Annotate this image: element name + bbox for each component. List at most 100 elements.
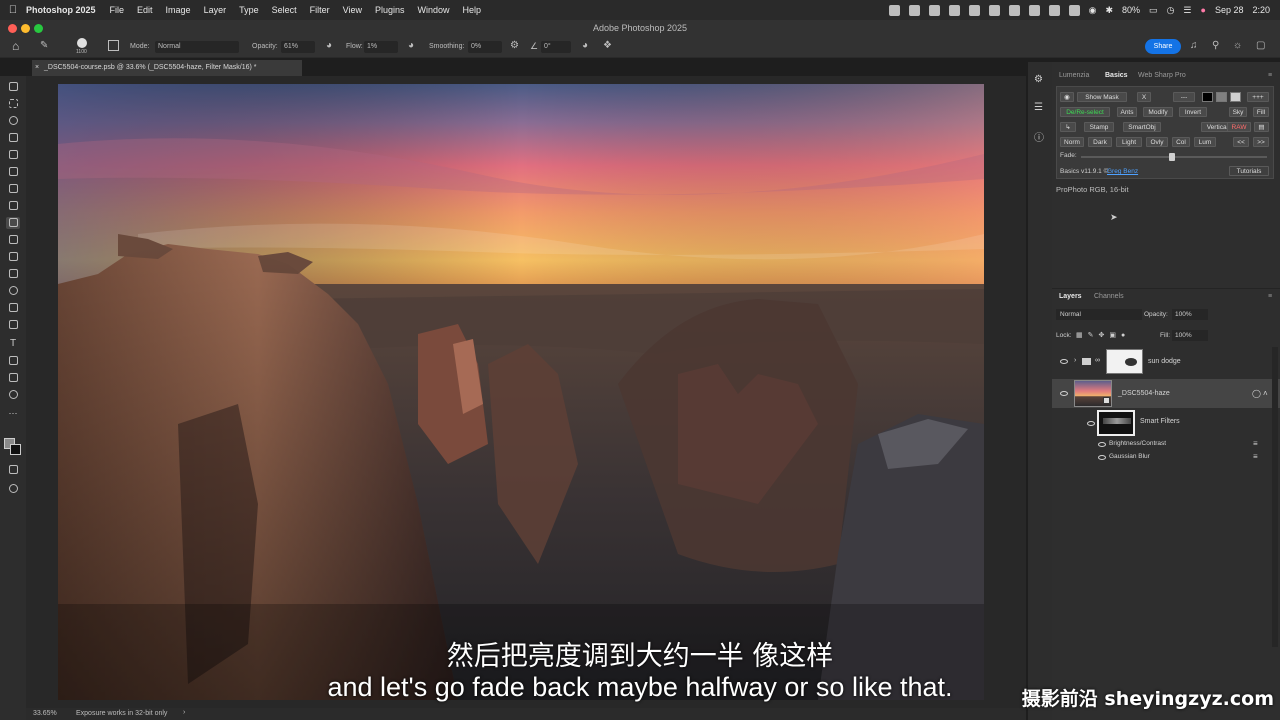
- layers-scrollbar[interactable]: [1272, 347, 1278, 647]
- siri-icon[interactable]: ●: [1201, 5, 1206, 15]
- canvas-area[interactable]: [26, 76, 1026, 708]
- author-link[interactable]: Greg Benz: [1107, 168, 1138, 175]
- invert-button[interactable]: Invert: [1179, 107, 1207, 117]
- light-swatch[interactable]: [1230, 92, 1241, 102]
- gradient-tool-icon[interactable]: [6, 268, 20, 280]
- bell-icon[interactable]: ♫: [1190, 40, 1198, 51]
- menubar-time[interactable]: 2:20: [1252, 5, 1270, 15]
- wifi-icon[interactable]: ◉: [1089, 5, 1097, 16]
- menu-view[interactable]: View: [343, 5, 362, 15]
- menu-image[interactable]: Image: [166, 5, 191, 15]
- home-icon[interactable]: ⌂: [12, 39, 19, 53]
- gear-icon[interactable]: ⚙: [510, 40, 519, 51]
- layer-row-sun-dodge[interactable]: › ∞ sun dodge: [1052, 348, 1280, 376]
- collapse-chevron-icon[interactable]: ˄: [1263, 389, 1268, 398]
- lasso-tool-icon[interactable]: [6, 115, 20, 127]
- airbrush-icon[interactable]: ◕: [408, 40, 414, 51]
- layers-menu-icon[interactable]: ≡: [1268, 293, 1272, 300]
- drop-icon[interactable]: [988, 4, 1000, 16]
- history-brush-tool-icon[interactable]: [6, 234, 20, 246]
- norm-button[interactable]: Norm: [1060, 137, 1084, 147]
- dodge-tool-icon[interactable]: [6, 285, 20, 297]
- tab-channels[interactable]: Channels: [1094, 293, 1124, 300]
- mail-icon[interactable]: [1068, 4, 1080, 16]
- tutorials-button[interactable]: Tutorials: [1229, 166, 1269, 176]
- expand-chevron-icon[interactable]: ›: [1074, 357, 1076, 364]
- battery-percent[interactable]: 80%: [1122, 5, 1140, 15]
- tab-web-sharp-pro[interactable]: Web Sharp Pro: [1138, 72, 1186, 79]
- fill-field[interactable]: 100%: [1172, 330, 1208, 341]
- marquee-tool-icon[interactable]: [6, 98, 20, 110]
- visibility-eye-icon[interactable]: [1098, 442, 1106, 447]
- clock-icon[interactable]: ◷: [1167, 5, 1175, 16]
- filter-name[interactable]: Gaussian Blur: [1109, 453, 1150, 460]
- eraser-tool-icon[interactable]: [6, 251, 20, 263]
- pen-tool-icon[interactable]: [6, 302, 20, 314]
- status-chevron-icon[interactable]: ›: [183, 709, 185, 716]
- layer-name[interactable]: _DSC5504-haze: [1118, 390, 1170, 397]
- screen-record-icon[interactable]: [888, 4, 900, 16]
- document-tab[interactable]: × _DSC5504-course.psb @ 33.6% (_DSC5504-…: [32, 60, 302, 76]
- light-button[interactable]: Light: [1116, 137, 1142, 147]
- raw-button[interactable]: RAW: [1227, 122, 1251, 132]
- path-select-tool-icon[interactable]: [6, 319, 20, 331]
- apple-icon[interactable]: : [0, 4, 26, 16]
- layer-mask-thumbnail[interactable]: [1106, 349, 1143, 374]
- filter-options-icon[interactable]: ≡: [1253, 452, 1258, 461]
- layer-name[interactable]: sun dodge: [1148, 358, 1181, 365]
- smart-filter-badge-icon[interactable]: ◯: [1252, 389, 1261, 398]
- lum-button[interactable]: Lum: [1194, 137, 1216, 147]
- hand-tool-icon[interactable]: [6, 372, 20, 384]
- col-button[interactable]: Col: [1172, 137, 1190, 147]
- plus-button[interactable]: +++: [1247, 92, 1269, 102]
- info-icon[interactable]: ⓘ: [1034, 129, 1044, 144]
- cloud-icon[interactable]: [928, 4, 940, 16]
- fade-slider-handle[interactable]: [1169, 153, 1175, 161]
- search-icon[interactable]: ⚲: [1212, 40, 1219, 51]
- filter-mask-thumbnail[interactable]: [1097, 410, 1135, 436]
- filter-name[interactable]: Brightness/Contrast: [1109, 440, 1166, 447]
- menu-edit[interactable]: Edit: [137, 5, 153, 15]
- zoom-level[interactable]: 33.65%: [33, 710, 57, 717]
- filter-row-gaussian-blur[interactable]: Gaussian Blur ≡: [1052, 451, 1280, 464]
- close-window-button[interactable]: [8, 24, 17, 33]
- eyedropper-tool-icon[interactable]: [6, 166, 20, 178]
- next-button[interactable]: >>: [1253, 137, 1269, 147]
- brush-preview-icon[interactable]: [77, 38, 87, 48]
- minimize-window-button[interactable]: [21, 24, 30, 33]
- brush-tool-icon[interactable]: ✎: [40, 40, 48, 51]
- menu-plugins[interactable]: Plugins: [375, 5, 405, 15]
- brush-tool-icon-active[interactable]: [6, 217, 20, 229]
- menu-type[interactable]: Type: [239, 5, 259, 15]
- healing-brush-tool-icon[interactable]: [6, 183, 20, 195]
- filter-options-icon[interactable]: ≡: [1253, 439, 1258, 448]
- smart-filters-row[interactable]: Smart Filters: [1052, 409, 1280, 439]
- panel-menu-icon[interactable]: ≡: [1268, 72, 1272, 79]
- x-button[interactable]: X: [1137, 92, 1151, 102]
- visibility-eye-icon[interactable]: [1087, 421, 1095, 426]
- tab-basics[interactable]: Basics: [1105, 72, 1128, 79]
- dashes-button[interactable]: ---: [1173, 92, 1195, 102]
- prev-button[interactable]: <<: [1233, 137, 1249, 147]
- lightbulb-icon[interactable]: ☼: [1233, 40, 1242, 51]
- circle-icon[interactable]: [1028, 4, 1040, 16]
- fill-button[interactable]: Fill: [1253, 107, 1269, 117]
- menu-filter[interactable]: Filter: [310, 5, 330, 15]
- menu-file[interactable]: File: [110, 5, 125, 15]
- menubar-date[interactable]: Sep 28: [1215, 5, 1244, 15]
- line-tool-icon[interactable]: [6, 355, 20, 367]
- menu-select[interactable]: Select: [272, 5, 297, 15]
- pressure-opacity-icon[interactable]: ◕: [326, 40, 332, 51]
- toggle-icon[interactable]: [948, 4, 960, 16]
- symmetry-icon[interactable]: ❖: [603, 40, 612, 51]
- stamp-button[interactable]: Stamp: [1084, 122, 1114, 132]
- quick-mask-icon[interactable]: [6, 464, 20, 476]
- filter-row-brightness-contrast[interactable]: Brightness/Contrast ≡: [1052, 438, 1280, 451]
- menu-window[interactable]: Window: [418, 5, 450, 15]
- sync-icon[interactable]: [1048, 4, 1060, 16]
- canyon-sunset-photo[interactable]: [58, 84, 984, 700]
- dark-button[interactable]: Dark: [1088, 137, 1112, 147]
- app-name-menu[interactable]: Photoshop 2025: [26, 5, 96, 15]
- zoom-window-button[interactable]: [34, 24, 43, 33]
- zoom-tool-icon[interactable]: [6, 389, 20, 401]
